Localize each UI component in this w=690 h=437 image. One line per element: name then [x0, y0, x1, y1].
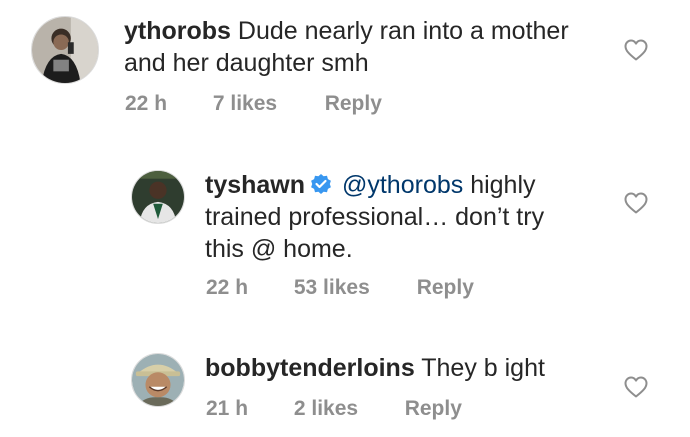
comment-timestamp[interactable]: 22 h [206, 275, 288, 301]
reply-button[interactable]: Reply [325, 91, 382, 117]
comment-text: highly [463, 171, 536, 199]
avatar-image [132, 354, 184, 406]
verified-badge-icon [309, 172, 333, 196]
avatar[interactable] [131, 353, 185, 407]
avatar[interactable] [131, 170, 185, 224]
comment-meta: 22 h 53 likes Reply [206, 275, 474, 301]
reply-button[interactable]: Reply [417, 275, 474, 301]
comment-likes[interactable]: 2 likes [294, 396, 399, 422]
comment-body: bobbytenderloins They b ight [205, 352, 545, 384]
comment-likes[interactable]: 7 likes [213, 91, 319, 117]
comment-text: and her daughter smh [124, 49, 369, 77]
comment-meta: 21 h 2 likes Reply [206, 396, 462, 422]
heart-outline-icon[interactable] [624, 192, 648, 214]
comment-username[interactable]: bobbytenderloins [205, 354, 415, 382]
comment-username[interactable]: tyshawn [205, 171, 305, 199]
comment-text: They b ight [421, 354, 545, 382]
avatar-image [132, 171, 184, 223]
comment-text: Dude nearly ran into a mother [237, 17, 569, 45]
heart-outline-icon[interactable] [624, 39, 648, 61]
comment-meta: 22 h 7 likes Reply [125, 91, 382, 117]
comment-body: tyshawn @ythorobs highly trained profess… [205, 169, 544, 265]
comment-timestamp[interactable]: 21 h [206, 396, 288, 422]
comment-text: this @ home. [205, 235, 353, 263]
comment-body: ythorobs Dude nearly ran into a mother a… [124, 15, 569, 79]
mention-link[interactable]: @ythorobs [342, 171, 463, 199]
comment-likes[interactable]: 53 likes [294, 275, 411, 301]
avatar[interactable] [31, 16, 99, 84]
comment-text: trained professional… don’t try [205, 203, 545, 231]
comment-username[interactable]: ythorobs [124, 17, 231, 45]
comment-timestamp[interactable]: 22 h [125, 91, 207, 117]
heart-outline-icon[interactable] [624, 376, 648, 398]
avatar-image [32, 17, 98, 83]
reply-button[interactable]: Reply [405, 396, 462, 422]
